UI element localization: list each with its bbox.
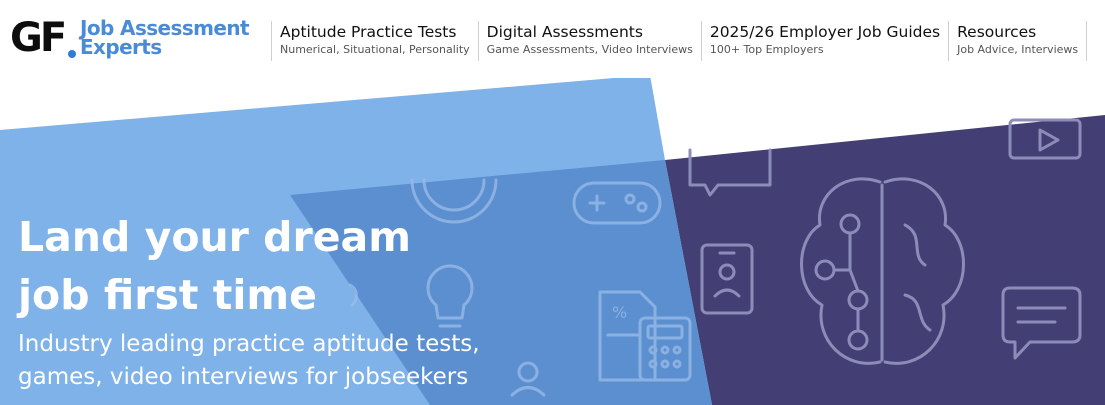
main-nav: Aptitude Practice Tests Numerical, Situa… (271, 21, 1088, 61)
logo-line2: Experts (80, 35, 162, 59)
nav-item-subtitle: 100+ Top Employers (709, 43, 824, 56)
nav-item-subtitle: Game Assessments, Video Interviews (486, 43, 693, 56)
logo-mark: GF (10, 15, 67, 61)
hero-subheadline-line1: Industry leading practice aptitude tests… (18, 331, 480, 357)
site-logo[interactable]: GF Job Assessment Experts (10, 16, 250, 66)
nav-item-employer-job-guides[interactable]: 2025/26 Employer Job Guides 100+ Top Emp… (700, 21, 948, 61)
nav-item-title: Aptitude Practice Tests (280, 23, 457, 41)
site-header: GF Job Assessment Experts Aptitude Pract… (0, 0, 1105, 78)
nav-item-subtitle: Numerical, Situational, Personality (280, 43, 470, 56)
nav-item-title: Resources (957, 23, 1037, 41)
logo-dot-icon (68, 50, 76, 58)
nav-item-resources[interactable]: Resources Job Advice, Interviews (948, 21, 1088, 61)
svg-text:%: % (612, 303, 627, 322)
nav-item-title: 2025/26 Employer Job Guides (709, 23, 941, 41)
hero-headline-line2: job first time (18, 271, 317, 319)
nav-item-subtitle: Job Advice, Interviews (957, 43, 1079, 56)
hero-headline: Land your dream job first time (18, 208, 448, 324)
nav-item-digital-assessments[interactable]: Digital Assessments Game Assessments, Vi… (477, 21, 701, 61)
nav-item-title: Digital Assessments (486, 23, 643, 41)
hero-subheadline-line2: games, video interviews for jobseekers (18, 364, 469, 390)
hero-subheadline: Industry leading practice aptitude tests… (18, 328, 538, 394)
hero-headline-line1: Land your dream (18, 213, 411, 261)
logo-wordmark: Job Assessment Experts (80, 18, 250, 59)
nav-item-aptitude-tests[interactable]: Aptitude Practice Tests Numerical, Situa… (271, 21, 478, 61)
